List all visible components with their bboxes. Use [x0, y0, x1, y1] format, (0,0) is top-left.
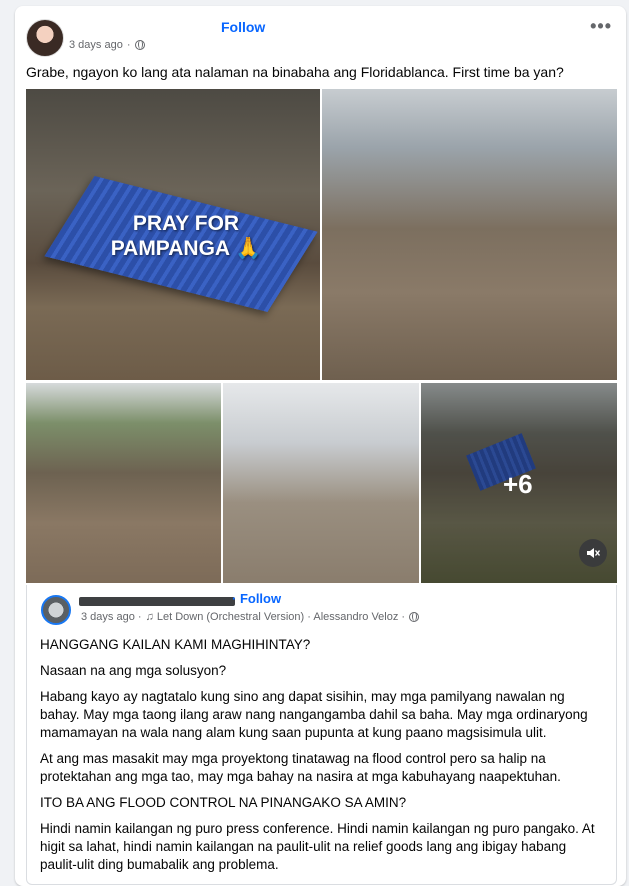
speaker-muted-icon	[587, 548, 600, 558]
pray-overlay-text: PRAY FOR PAMPANGA 🙏	[110, 212, 262, 260]
author-avatar[interactable]	[26, 19, 64, 57]
shared-author-name-redacted[interactable]	[79, 597, 235, 606]
post-meta: 3 days ago ·	[69, 39, 145, 51]
mute-button[interactable]	[579, 539, 607, 567]
paragraph: HANGGANG KAILAN KAMI MAGHIHINTAY?	[40, 637, 311, 652]
shared-follow-button[interactable]: · Follow	[232, 591, 281, 606]
photo-grid: PRAY FOR PAMPANGA 🙏 +6	[26, 89, 617, 583]
shared-author-avatar[interactable]	[41, 595, 71, 625]
photo-2[interactable]	[322, 89, 617, 380]
post-timestamp[interactable]: 3 days ago	[69, 39, 123, 51]
photo-1[interactable]: PRAY FOR PAMPANGA 🙏	[26, 89, 320, 380]
photo-3[interactable]	[26, 383, 221, 583]
music-credit[interactable]: ♫ Let Down (Orchestral Version) · Alessa…	[146, 611, 406, 623]
shared-meta: 3 days ago · ♫ Let Down (Orchestral Vers…	[81, 611, 420, 623]
paragraph: ITO BA ANG FLOOD CONTROL NA PINANGAKO SA…	[40, 795, 407, 810]
paragraph: Hindi namin kailangan ng puro press conf…	[40, 821, 595, 872]
paragraph: At ang mas masakit may mga proyektong ti…	[40, 751, 561, 784]
shared-post-body: HANGGANG KAILAN KAMI MAGHIHINTAY? Nasaan…	[40, 636, 605, 882]
more-options-button[interactable]: •••	[590, 17, 612, 35]
paragraph: Nasaan na ang mga solusyon?	[40, 663, 227, 678]
post-caption: Grabe, ngayon ko lang ata nalaman na bin…	[26, 64, 564, 80]
paragraph: Habang kayo ay nagtatalo kung sino ang d…	[40, 689, 588, 740]
follow-button[interactable]: Follow	[221, 19, 265, 35]
shared-post: · Follow 3 days ago · ♫ Let Down (Orches…	[26, 585, 617, 885]
shared-timestamp[interactable]: 3 days ago ·	[81, 611, 142, 623]
photo-4[interactable]	[223, 383, 419, 583]
globe-icon	[409, 612, 420, 622]
globe-icon	[134, 40, 145, 50]
more-photos-count: +6	[503, 469, 533, 499]
post-card: Follow 3 days ago · ••• Grabe, ngayon ko…	[15, 6, 626, 886]
